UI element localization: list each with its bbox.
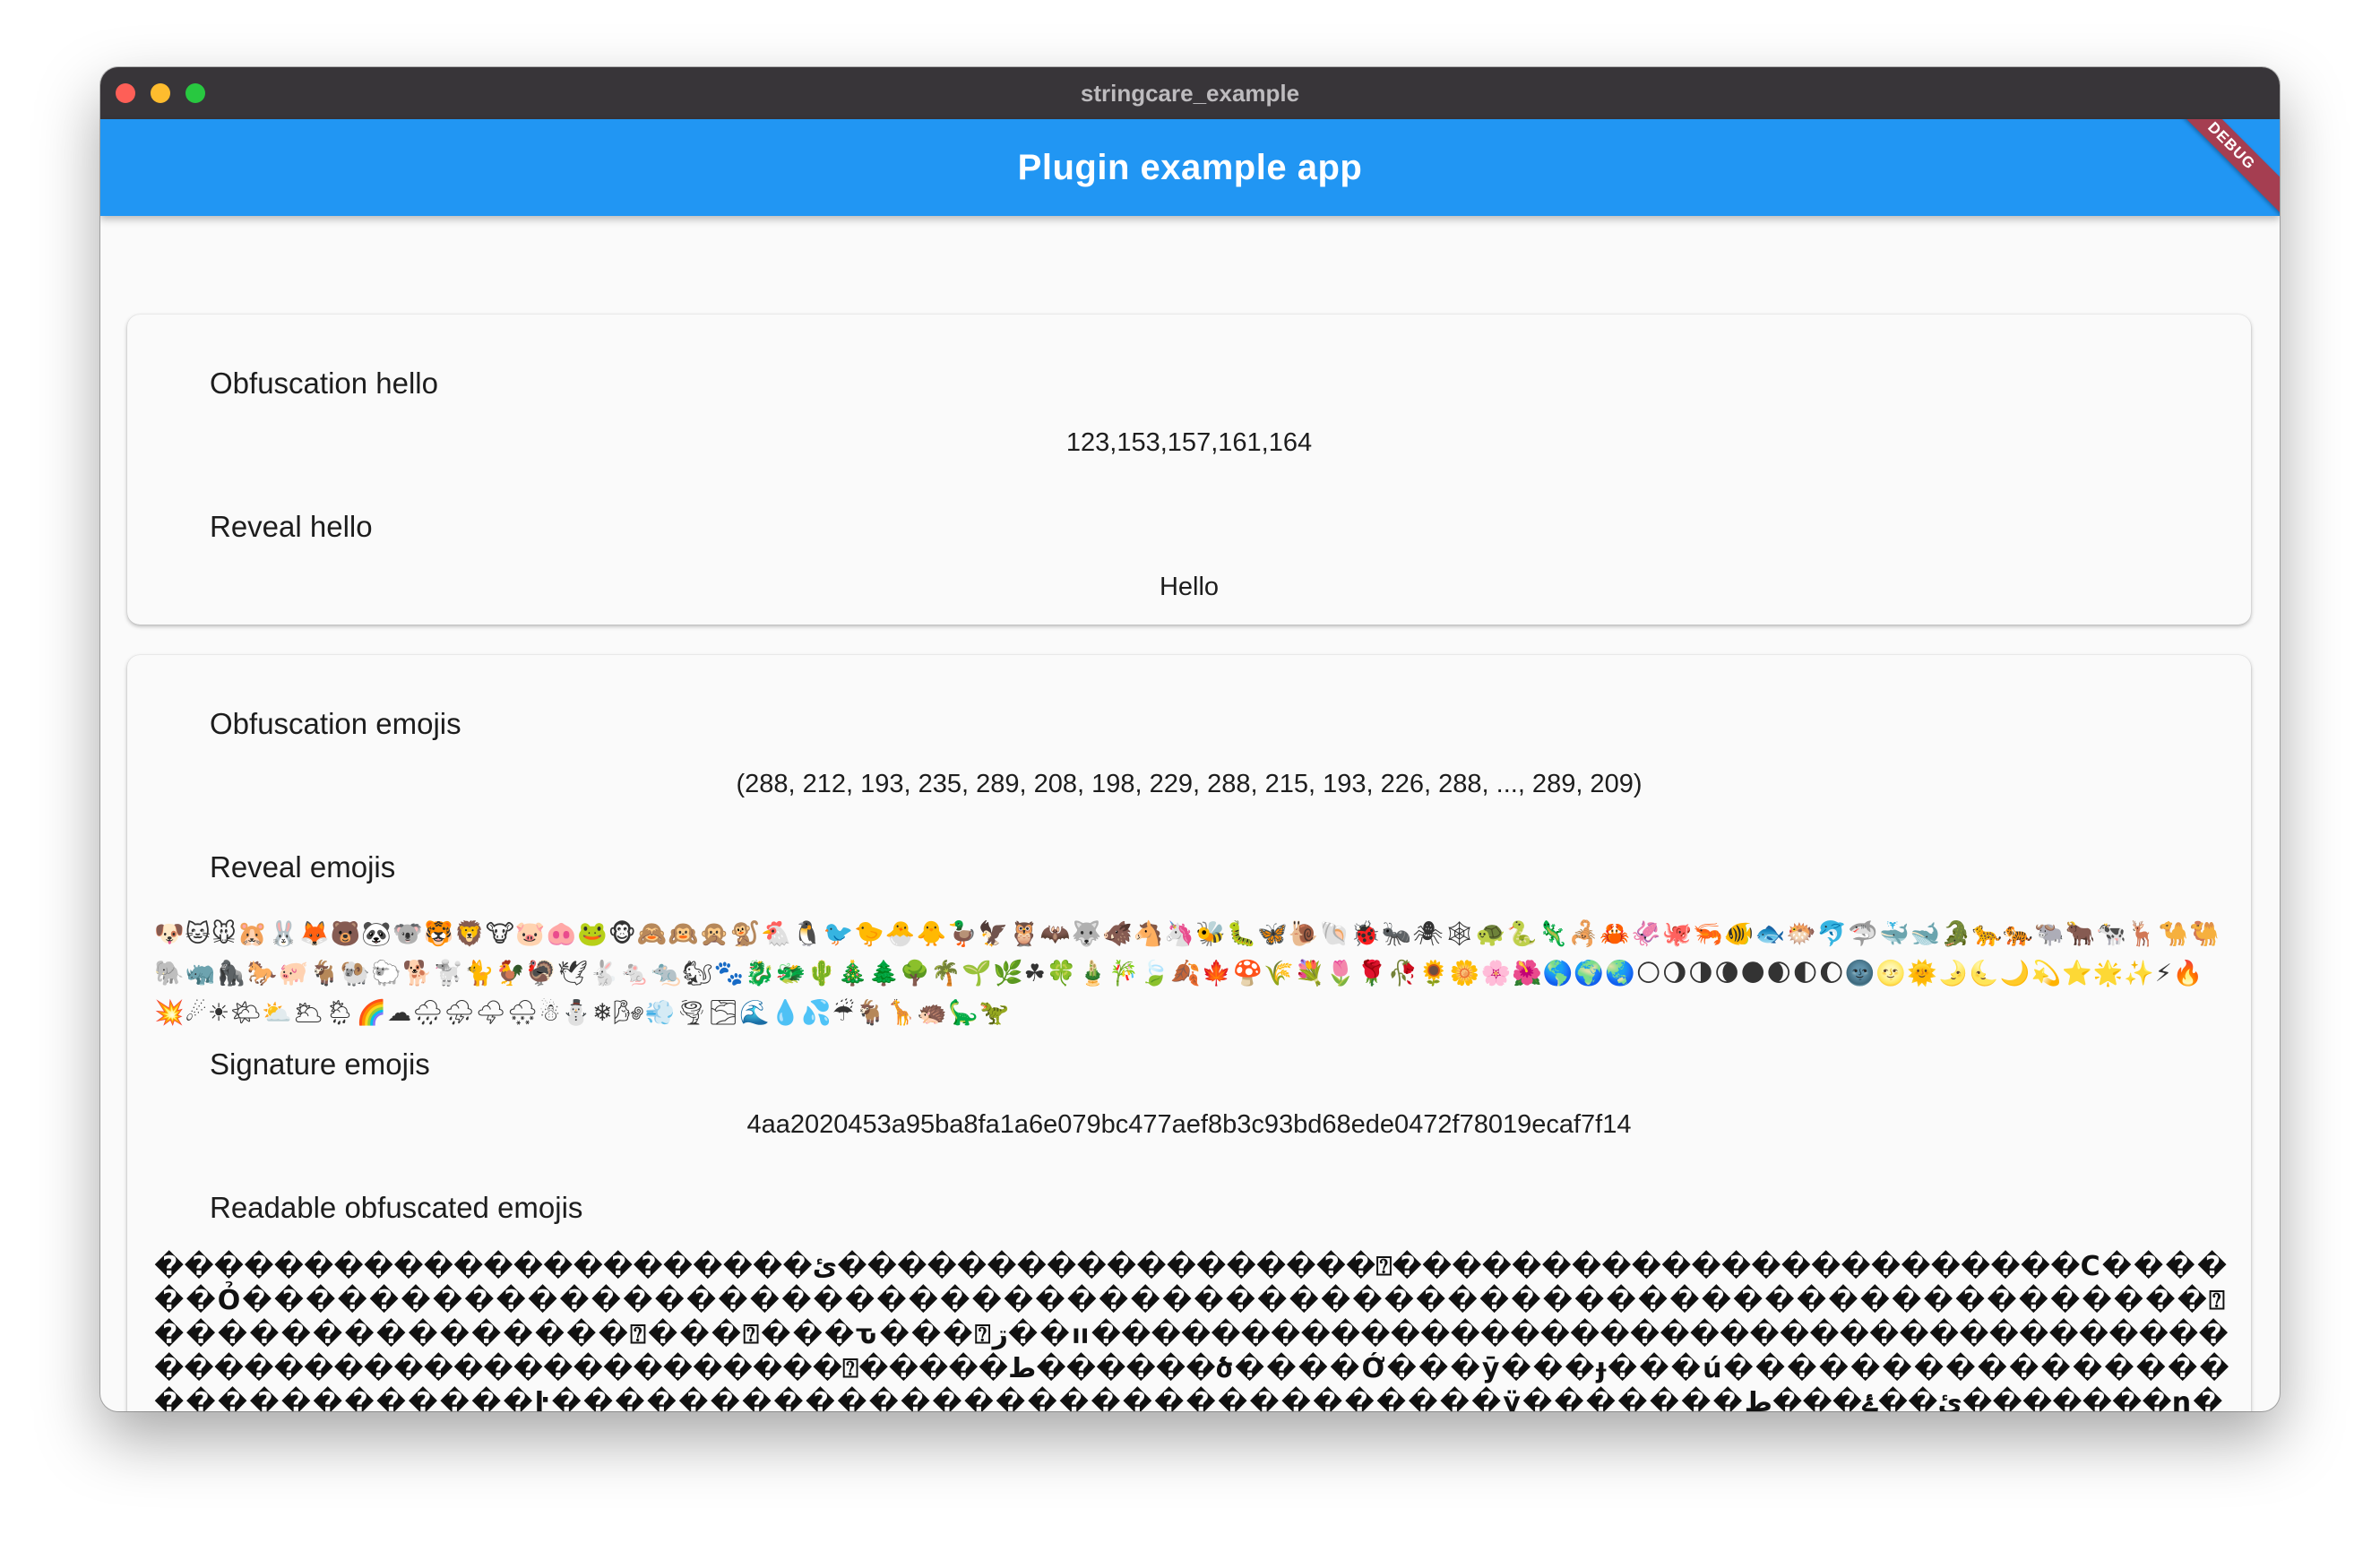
- obfuscation-hello-label: Obfuscation hello: [210, 366, 438, 400]
- reveal-hello-label: Reveal hello: [210, 510, 373, 543]
- reveal-emojis-value: 🐶🐱🐭🐹🐰🦊🐻🐼🐨🐯🦁🐮🐷🐽🐸🐵🙈🙉🙊🐒🐔🐧🐦🐤🐣🐥🦆🦅🦉🦇🐺🐗🐴🦄🐝🐛🦋🐌🐚🐞…: [154, 920, 2220, 1027]
- signature-emojis-label: Signature emojis: [210, 1047, 430, 1081]
- minimize-window-button[interactable]: [151, 83, 170, 103]
- content-area[interactable]: Obfuscation hello 123,153,157,161,164 Re…: [100, 216, 2280, 1411]
- debug-banner: DEBUG: [2159, 119, 2280, 216]
- obfuscation-hello-value: 123,153,157,161,164: [1065, 428, 1313, 457]
- obfuscation-emojis-value: (288, 212, 193, 235, 289, 208, 198, 229,…: [736, 770, 1643, 798]
- reveal-emojis-label: Reveal emojis: [210, 850, 396, 884]
- emojis-card: Obfuscation emojis (288, 212, 193, 235, …: [127, 655, 2251, 1411]
- obfuscation-emojis-label: Obfuscation emojis: [210, 707, 461, 740]
- app-bar: Plugin example app DEBUG: [100, 119, 2280, 216]
- window-title: stringcare_example: [1080, 79, 1300, 107]
- maximize-window-button[interactable]: [185, 83, 205, 103]
- signature-emojis-value: 4aa2020453a95ba8fa1a6e079bc477aef8b3c93b…: [746, 1110, 1632, 1139]
- window-titlebar[interactable]: stringcare_example: [100, 67, 2280, 119]
- app-bar-title: Plugin example app: [1017, 147, 1363, 187]
- readable-obfuscated-emojis-value: ����������������������ئ�����������������…: [154, 1251, 2231, 1411]
- reveal-hello-value: Hello: [1159, 573, 1220, 601]
- readable-obfuscated-emojis-label: Readable obfuscated emojis: [210, 1191, 583, 1224]
- close-window-button[interactable]: [116, 83, 135, 103]
- app-window: stringcare_example Plugin example app DE…: [100, 67, 2280, 1411]
- hello-card: Obfuscation hello 123,153,157,161,164 Re…: [127, 315, 2251, 625]
